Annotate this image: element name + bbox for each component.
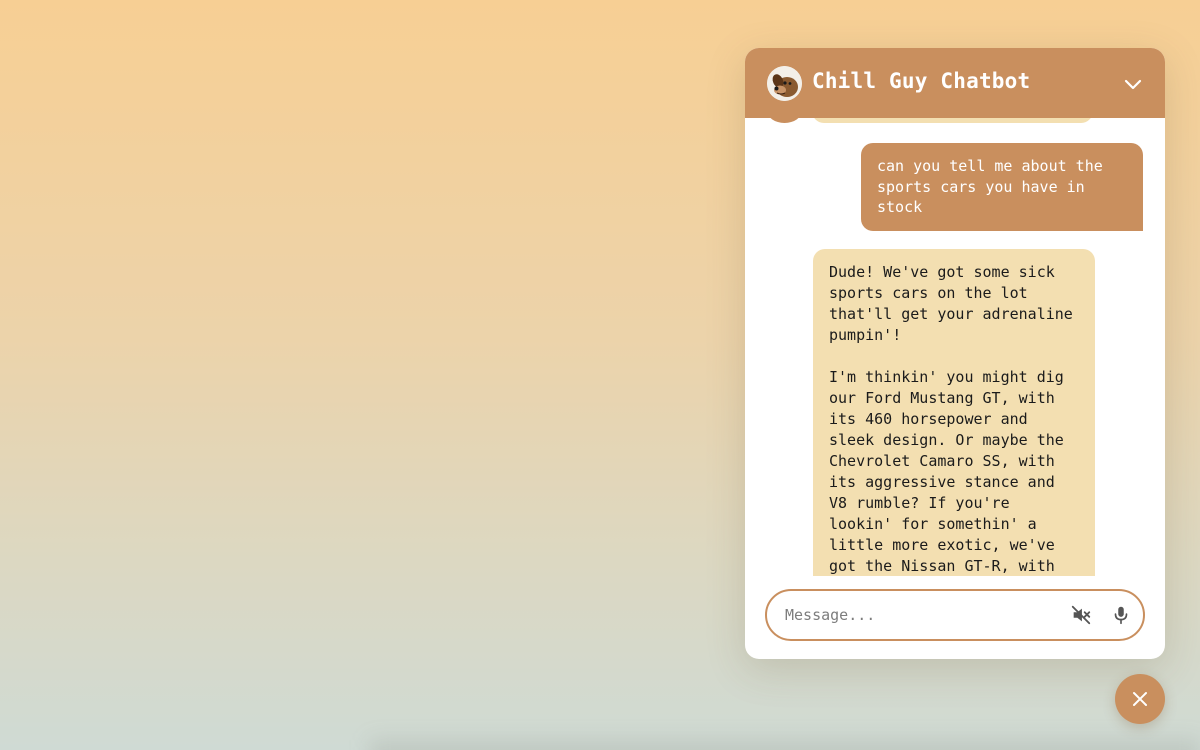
chevron-down-icon[interactable] [1121,72,1145,96]
chat-window: Chill Guy Chatbot can you tell me about … [745,48,1165,659]
bot-avatar [767,118,802,123]
page-bottom-shadow [370,740,1200,750]
message-composer [765,589,1145,641]
close-chat-button[interactable] [1115,674,1165,724]
microphone-icon[interactable] [1110,604,1132,626]
message-input[interactable] [785,603,1045,627]
close-icon [1133,692,1147,706]
user-message: can you tell me about the sports cars yo… [861,143,1143,231]
chat-title: Chill Guy Chatbot [812,69,1031,93]
bot-message: Dude! We've got some sick sports cars on… [813,249,1095,576]
chat-header: Chill Guy Chatbot [745,48,1165,118]
message-list[interactable]: can you tell me about the sports cars yo… [745,118,1165,576]
dog-avatar-icon [767,66,802,101]
previous-bot-message [812,118,1093,123]
speaker-muted-icon[interactable] [1070,604,1092,626]
